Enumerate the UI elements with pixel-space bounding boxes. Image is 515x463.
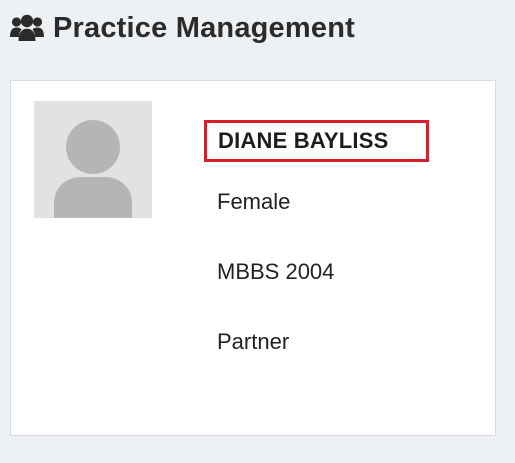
page-header: Practice Management <box>10 8 355 48</box>
profile-qualification: MBBS 2004 <box>217 259 335 284</box>
profile-gender: Female <box>217 189 291 214</box>
profile-role: Partner <box>217 329 290 354</box>
users-icon <box>10 13 44 43</box>
profile-name: DIANE BAYLISS <box>218 128 389 153</box>
profile-name-highlight[interactable]: DIANE BAYLISS <box>204 120 429 162</box>
profile-card: DIANE BAYLISS Female MBBS 2004 Partner <box>10 80 496 436</box>
page-title: Practice Management <box>53 11 355 44</box>
user-placeholder-icon <box>34 101 152 218</box>
